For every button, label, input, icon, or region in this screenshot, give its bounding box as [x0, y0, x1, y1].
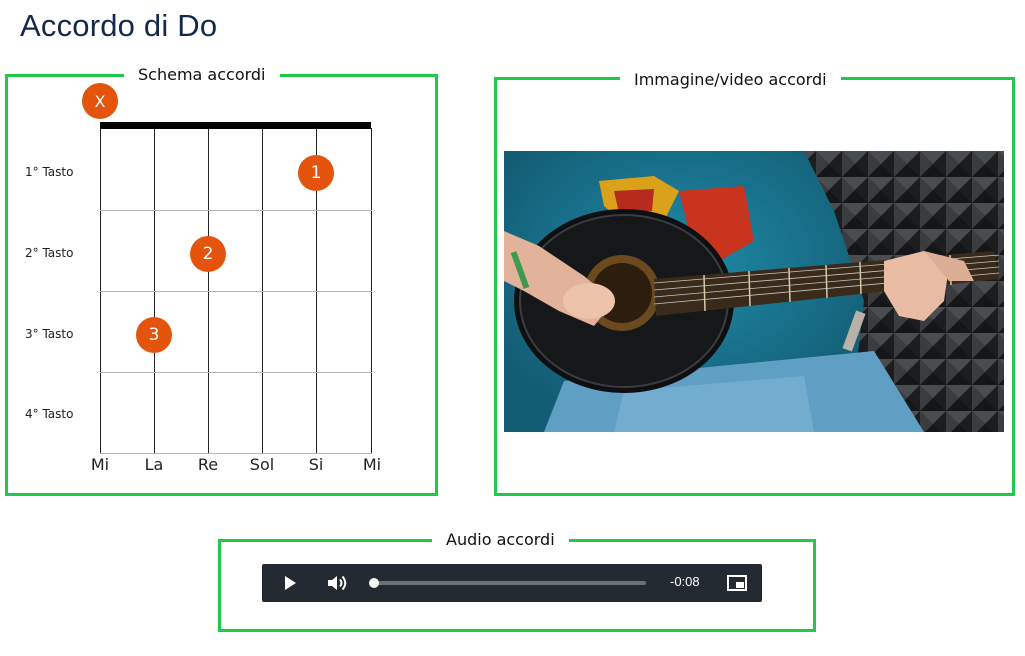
string-label: La	[144, 455, 164, 474]
fret-label: 3° Tasto	[25, 327, 74, 341]
volume-icon	[328, 575, 347, 591]
picture-in-picture-icon	[727, 575, 747, 591]
string-label: Si	[308, 455, 324, 474]
page-title: Accordo di Do	[20, 8, 218, 43]
time-remaining: -0:08	[670, 574, 700, 589]
muted-string-marker: X	[82, 83, 118, 119]
picture-in-picture-button[interactable]	[727, 574, 747, 592]
fret-line	[100, 210, 372, 211]
fret-label: 1° Tasto	[25, 165, 74, 179]
audio-player: -0:08	[262, 564, 762, 602]
string-label: Re	[197, 455, 219, 474]
chord-media-legend: Immagine/video accordi	[620, 70, 841, 90]
fret-label: 4° Tasto	[25, 407, 74, 421]
finger-marker: 2	[190, 236, 226, 272]
chord-diagram-legend: Schema accordi	[124, 65, 280, 85]
guitar-nut	[100, 122, 371, 129]
progress-bar[interactable]	[369, 578, 646, 588]
fret-line	[100, 291, 372, 292]
finger-marker: 3	[136, 317, 172, 353]
progress-handle[interactable]	[369, 578, 379, 588]
play-button[interactable]	[281, 574, 299, 592]
volume-button[interactable]	[327, 573, 349, 593]
string-label: Mi	[90, 455, 110, 474]
string-label: Sol	[249, 455, 275, 474]
string-label: Mi	[362, 455, 382, 474]
chord-diagram-panel: Schema accordi	[5, 65, 438, 496]
fret-line	[100, 372, 372, 373]
fret-line	[100, 453, 372, 454]
finger-marker: 1	[298, 155, 334, 191]
play-icon	[285, 576, 296, 590]
fret-label: 2° Tasto	[25, 246, 74, 260]
chord-audio-legend: Audio accordi	[432, 530, 569, 550]
guitar-player-photo	[504, 151, 1004, 432]
